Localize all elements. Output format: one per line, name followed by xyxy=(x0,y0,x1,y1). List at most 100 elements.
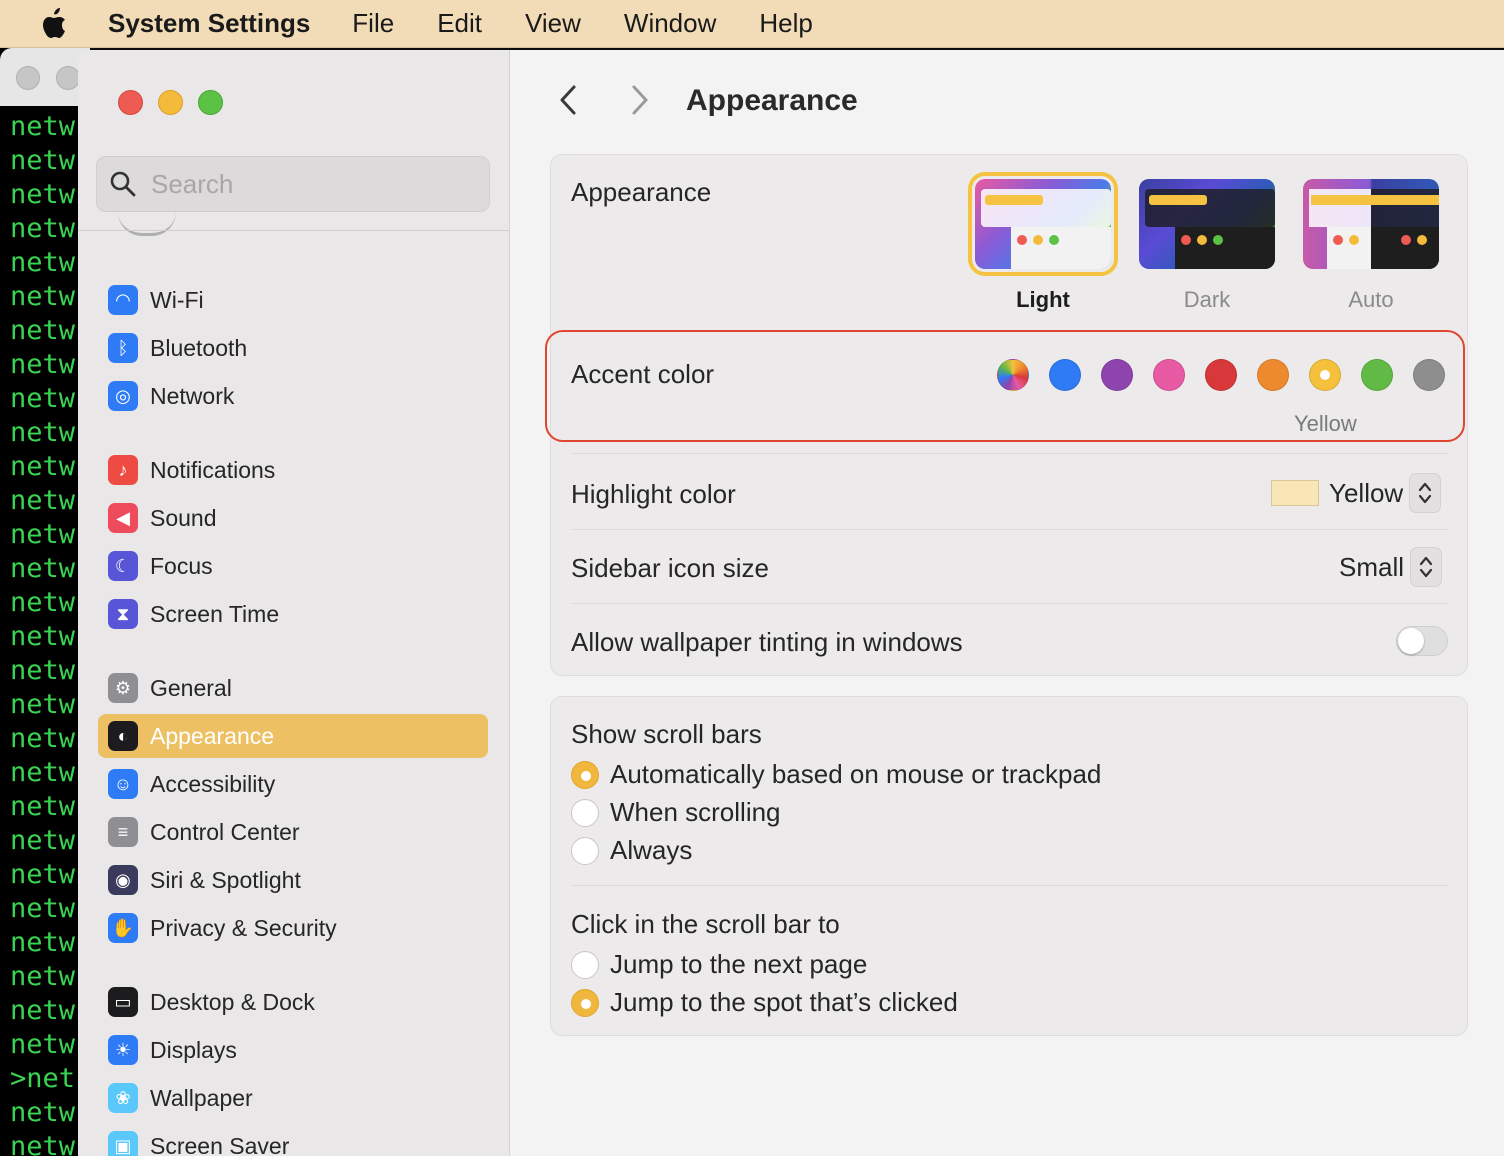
zoom-button[interactable] xyxy=(198,90,223,115)
sidebar-item-displays[interactable]: ☀ Displays xyxy=(98,1028,488,1072)
globe-icon: ◎ xyxy=(108,381,138,411)
sidebar-item-label: Displays xyxy=(150,1036,237,1063)
search-field[interactable] xyxy=(96,156,490,212)
theme-dark-label: Dark xyxy=(1183,287,1231,312)
radio-button xyxy=(571,836,599,865)
sidebar-item-wallpaper[interactable]: ❀ Wallpaper xyxy=(98,1076,488,1120)
sidebar-item-wi-fi[interactable]: ◠ Wi-Fi xyxy=(98,278,488,322)
sidebar-item-screen-time[interactable]: ⧗ Screen Time xyxy=(98,592,488,636)
accent-color-pink[interactable] xyxy=(1153,359,1185,391)
divider xyxy=(571,529,1449,530)
accent-color-yellow[interactable] xyxy=(1309,359,1341,391)
terminal-minimize-button[interactable] xyxy=(56,66,80,90)
jump-next-page-radio[interactable]: Jump to the next page xyxy=(571,949,867,980)
radio-label: Always xyxy=(610,835,693,865)
accent-color-green[interactable] xyxy=(1361,359,1393,391)
terminal-titlebar xyxy=(0,48,90,106)
sidebar-item-desktop-dock[interactable]: ▭ Desktop & Dock xyxy=(98,980,488,1024)
highlight-color-swatch xyxy=(1271,480,1319,506)
settings-window: ◠ Wi-Fi ᛒ Bluetooth ◎ Network ♪ Notifications ◀ S… xyxy=(78,50,1504,1156)
hourglass-icon: ⧗ xyxy=(108,599,138,629)
sidebar-item-privacy-security[interactable]: ✋ Privacy & Security xyxy=(98,906,488,950)
menu-file[interactable]: File xyxy=(352,8,394,39)
accent-color-multicolor[interactable] xyxy=(997,359,1029,391)
divider xyxy=(571,603,1449,604)
sidebar-item-notifications[interactable]: ♪ Notifications xyxy=(98,448,488,492)
scroll-bars-when-scrolling-radio[interactable]: When scrolling xyxy=(571,797,781,828)
account-avatar[interactable] xyxy=(118,212,176,236)
accent-color-orange[interactable] xyxy=(1257,359,1289,391)
control-center-icon: ≡ xyxy=(108,817,138,847)
scroll-bars-automatic-radio[interactable]: Automatically based on mouse or trackpad xyxy=(571,759,1101,790)
menu-view[interactable]: View xyxy=(525,8,581,39)
wallpaper-tinting-label: Allow wallpaper tinting in windows xyxy=(571,627,963,657)
theme-dark-option[interactable]: Dark xyxy=(1133,179,1281,313)
theme-light-label: Light xyxy=(1016,287,1070,312)
sidebar-item-label: Network xyxy=(150,382,235,409)
menu-window[interactable]: Window xyxy=(624,8,716,39)
sidebar-item-screen-saver[interactable]: ▣ Screen Saver xyxy=(98,1124,488,1156)
sidebar-item-label: Sound xyxy=(150,504,217,531)
sidebar-item-general[interactable]: ⚙ General xyxy=(98,666,488,710)
close-button[interactable] xyxy=(118,90,143,115)
accent-color-blue[interactable] xyxy=(1049,359,1081,391)
sidebar-item-sound[interactable]: ◀ Sound xyxy=(98,496,488,540)
radio-label: Jump to the spot that’s clicked xyxy=(610,987,958,1017)
terminal-close-button[interactable] xyxy=(16,66,40,90)
sidebar-item-label: General xyxy=(150,674,232,701)
theme-light-option[interactable]: Light xyxy=(968,172,1118,313)
chevron-right-icon xyxy=(632,85,648,115)
background-terminal-window[interactable]: netw netw netw netw netw netw netw netw … xyxy=(0,48,90,1156)
click-scroll-bar-title: Click in the scroll bar to xyxy=(571,909,840,939)
sidebar-item-label: Screen Time xyxy=(150,600,280,627)
sidebar-item-siri-spotlight[interactable]: ◉ Siri & Spotlight xyxy=(98,858,488,902)
accent-color-purple[interactable] xyxy=(1101,359,1133,391)
sidebar-item-label: Focus xyxy=(150,552,213,579)
radio-label: Jump to the next page xyxy=(610,949,868,979)
divider xyxy=(571,885,1449,886)
sidebar-item-appearance[interactable]: ◐ Appearance xyxy=(98,714,488,758)
forward-button[interactable] xyxy=(620,80,660,120)
sidebar-icon-size-value: Small xyxy=(1339,551,1405,582)
wallpaper-tinting-toggle[interactable] xyxy=(1396,626,1448,656)
back-button[interactable] xyxy=(548,80,588,120)
radio-button xyxy=(571,950,599,979)
menu-edit[interactable]: Edit xyxy=(437,8,482,39)
sidebar-item-label: Desktop & Dock xyxy=(150,988,315,1015)
sidebar-item-network[interactable]: ◎ Network xyxy=(98,374,488,418)
divider xyxy=(571,453,1449,454)
menu-bar: System Settings File Edit View Window He… xyxy=(0,0,1504,48)
gear-icon: ⚙ xyxy=(108,673,138,703)
sidebar-item-bluetooth[interactable]: ᛒ Bluetooth xyxy=(98,326,488,370)
apple-logo-icon[interactable] xyxy=(38,7,68,40)
radio-button xyxy=(571,760,599,789)
toggle-knob xyxy=(1398,628,1424,654)
sidebar-item-label: Notifications xyxy=(150,456,276,483)
siri-icon: ◉ xyxy=(108,865,138,895)
radio-label: Automatically based on mouse or trackpad xyxy=(610,759,1102,789)
radio-button xyxy=(571,798,599,827)
sidebar-item-label: Appearance xyxy=(150,722,275,749)
sidebar-item-accessibility[interactable]: ☺ Accessibility xyxy=(98,762,488,806)
sidebar-icon-size-popup[interactable]: Small xyxy=(1339,547,1443,587)
accent-selected-name: Yellow xyxy=(1294,411,1357,436)
menu-help[interactable]: Help xyxy=(759,8,812,39)
scroll-bars-card: Show scroll bars Automatically based on … xyxy=(550,696,1468,1036)
appearance-card: Appearance Light Dark Auto Accent color … xyxy=(545,154,1468,676)
sidebar-item-control-center[interactable]: ≡ Control Center xyxy=(98,810,488,854)
theme-auto-option[interactable]: Auto xyxy=(1297,179,1445,313)
stepper-chevron-icon xyxy=(1410,547,1443,587)
appearance-label: Appearance xyxy=(571,177,712,207)
search-input[interactable] xyxy=(151,168,451,200)
jump-to-spot-radio[interactable]: Jump to the spot that’s clicked xyxy=(571,987,958,1018)
sidebar-item-label: Siri & Spotlight xyxy=(150,866,301,893)
minimize-button[interactable] xyxy=(158,90,183,115)
accent-color-graphite[interactable] xyxy=(1413,359,1445,391)
accent-color-red[interactable] xyxy=(1205,359,1237,391)
highlight-color-popup[interactable]: Yellow xyxy=(1271,473,1442,513)
stepper-chevron-icon xyxy=(1409,473,1442,513)
scroll-bars-always-radio[interactable]: Always xyxy=(571,835,692,866)
menu-app-name[interactable]: System Settings xyxy=(108,8,310,39)
sidebar-item-focus[interactable]: ☾ Focus xyxy=(98,544,488,588)
sidebar-divider xyxy=(78,230,510,231)
